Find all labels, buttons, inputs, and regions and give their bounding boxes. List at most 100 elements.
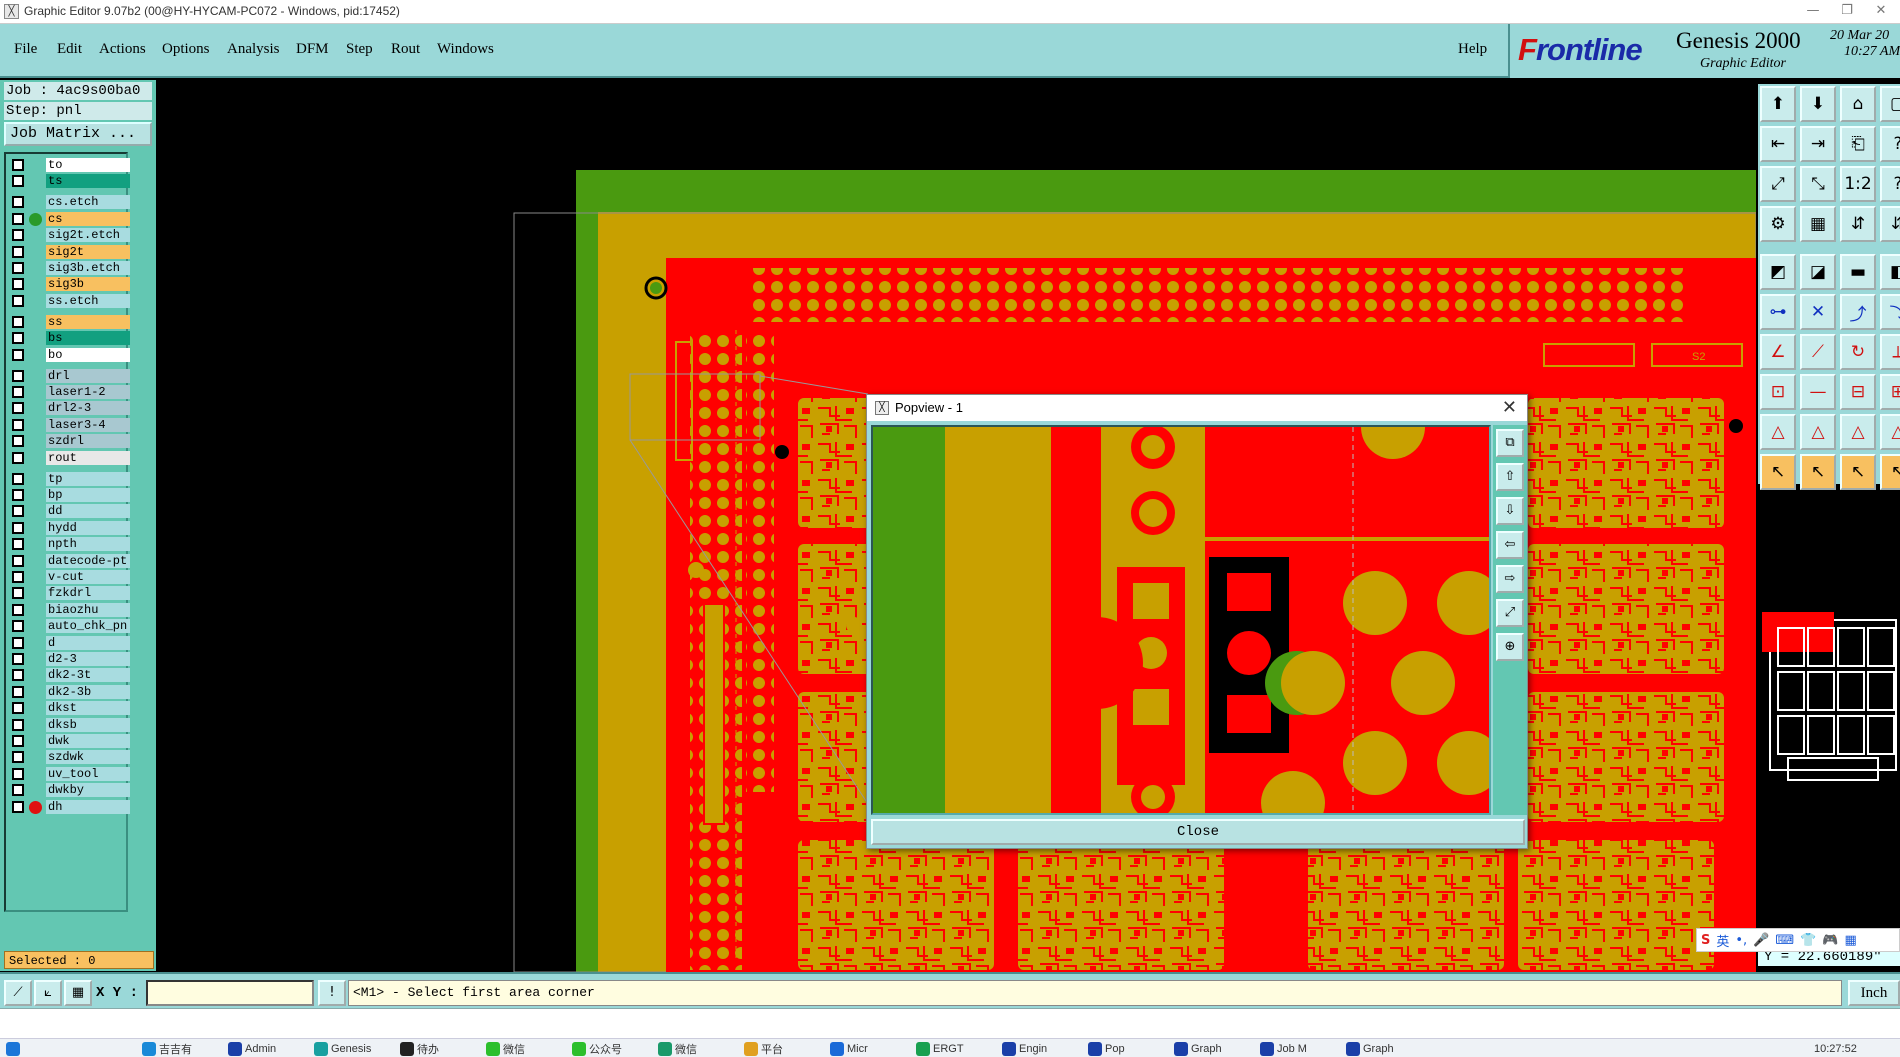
taskbar-app[interactable]: Pop <box>1088 1041 1125 1057</box>
layer-row[interactable]: datecode-pt <box>10 553 130 568</box>
next-icon[interactable]: ⇥ <box>1800 126 1836 162</box>
layer-checkbox[interactable] <box>12 229 24 242</box>
measure-icon[interactable]: ⟀ <box>34 980 62 1006</box>
minimize-button[interactable]: — <box>1800 2 1826 20</box>
layer-checkbox[interactable] <box>12 784 24 797</box>
pointer-1-icon[interactable]: ↖ <box>1760 454 1796 490</box>
layer-row[interactable]: v-cut <box>10 570 130 584</box>
layer-row[interactable]: sig2t <box>10 244 130 259</box>
layer-row[interactable]: dwkby <box>10 783 130 798</box>
split-icon[interactable]: ◧ <box>1880 254 1900 290</box>
layer-name[interactable]: bp <box>46 488 130 502</box>
layer-name[interactable]: npth <box>46 537 130 552</box>
layer-checkbox[interactable] <box>12 418 24 431</box>
popview-zoom-icon[interactable]: ⧉ <box>1496 429 1524 457</box>
layer-row[interactable]: laser1-2 <box>10 385 130 399</box>
frame-icon[interactable]: ▢ <box>1880 86 1900 122</box>
layer-name[interactable]: cs <box>46 211 130 226</box>
layer-checkbox[interactable] <box>12 800 24 813</box>
layer-checkbox[interactable] <box>12 702 24 715</box>
taskbar-app[interactable]: Genesis <box>314 1041 371 1057</box>
layer-checkbox[interactable] <box>12 636 24 649</box>
layer-checkbox[interactable] <box>12 718 24 731</box>
layer-name[interactable]: d2-3 <box>46 652 130 666</box>
layer-name[interactable]: laser3-4 <box>46 417 130 432</box>
taskbar-app[interactable]: Engin <box>1002 1041 1047 1057</box>
unit-toggle[interactable]: Inch <box>1848 980 1900 1006</box>
group-icon[interactable]: ⊞ <box>1880 374 1900 410</box>
triangle-4-icon[interactable]: △ <box>1880 414 1900 450</box>
menu-actions[interactable]: Actions <box>99 41 146 58</box>
taskbar-app[interactable]: Graph <box>1174 1041 1222 1057</box>
layer-name[interactable]: hydd <box>46 520 130 535</box>
hline-icon[interactable]: — <box>1800 374 1836 410</box>
layer-checkbox[interactable] <box>12 751 24 764</box>
layer-name[interactable]: bo <box>46 347 130 362</box>
popview-canvas[interactable] <box>871 425 1491 815</box>
taskbar-app[interactable]: Micr <box>830 1041 868 1057</box>
layer-row[interactable]: tp <box>10 471 130 486</box>
layer-row[interactable]: ss <box>10 314 130 329</box>
ratio-icon[interactable]: 1:2 <box>1840 166 1876 202</box>
layer-name[interactable]: rout <box>46 450 130 465</box>
layer-checkbox[interactable] <box>12 451 24 464</box>
layer-name[interactable]: to <box>46 158 130 172</box>
prev-icon[interactable]: ⇤ <box>1760 126 1796 162</box>
perpendicular-icon[interactable]: ⟂ <box>1880 334 1900 370</box>
layer-checkbox[interactable] <box>12 489 24 501</box>
layer-name[interactable]: sig3b <box>46 277 130 292</box>
pointer-2-icon[interactable]: ↖ <box>1800 454 1836 490</box>
menu-file[interactable]: File <box>14 41 37 58</box>
menu-help[interactable]: Help <box>1458 41 1487 58</box>
mirror-icon[interactable]: ⎗ <box>1840 126 1876 162</box>
layer-name[interactable]: dh <box>46 799 130 814</box>
layer-name[interactable]: dwkby <box>46 783 130 798</box>
layer-name[interactable]: tp <box>46 471 130 486</box>
layer-row[interactable]: sig3b <box>10 277 130 292</box>
layer-checkbox[interactable] <box>12 294 24 307</box>
triangle-3-icon[interactable]: △ <box>1840 414 1876 450</box>
alert-icon[interactable]: ! <box>318 980 346 1006</box>
layer-row[interactable]: uv_tool <box>10 766 130 781</box>
pointer-4-icon[interactable]: ↖ <box>1880 454 1900 490</box>
zoom-fit-icon[interactable]: ⤢ <box>1760 166 1796 202</box>
layer-name[interactable]: bs <box>46 331 130 346</box>
flip-icon[interactable]: ⇵ <box>1840 206 1876 242</box>
layer-checkbox[interactable] <box>12 315 24 328</box>
layer-row[interactable]: szdrl <box>10 434 130 449</box>
layer-row[interactable]: sig2t.etch <box>10 228 130 243</box>
layer-row[interactable]: bo <box>10 347 130 362</box>
layer-row[interactable]: fzkdrl <box>10 586 130 601</box>
popview-center-icon[interactable]: ⊕ <box>1496 633 1524 661</box>
measure-icon[interactable]: ▬ <box>1840 254 1876 290</box>
layer-checkbox[interactable] <box>12 402 24 415</box>
layer-name[interactable]: sig2t <box>46 244 130 259</box>
layer-name[interactable]: drl2-3 <box>46 401 130 416</box>
layer-row[interactable]: dkst <box>10 701 130 716</box>
snap-icon[interactable]: ⟋ <box>4 980 32 1006</box>
menu-analysis[interactable]: Analysis <box>227 41 280 58</box>
menu-dfm[interactable]: DFM <box>296 41 329 58</box>
layer-checkbox[interactable] <box>12 348 24 361</box>
layer-up-icon[interactable]: ⬆ <box>1760 86 1796 122</box>
layer-row[interactable]: rout <box>10 450 130 465</box>
layer-name[interactable]: v-cut <box>46 570 130 584</box>
job-matrix-button[interactable]: Job Matrix ... <box>4 122 152 146</box>
cut-icon[interactable]: ◪ <box>1800 254 1836 290</box>
layer-row[interactable]: laser3-4 <box>10 417 130 432</box>
layer-checkbox[interactable] <box>12 735 24 747</box>
layer-row[interactable]: drl <box>10 368 130 383</box>
layer-name[interactable]: ss <box>46 314 130 329</box>
popview-fit-icon[interactable]: ⤢ <box>1496 599 1524 627</box>
layer-name[interactable]: uv_tool <box>46 766 130 781</box>
xy-input[interactable] <box>146 980 314 1006</box>
layer-name[interactable]: ts <box>46 174 130 189</box>
layer-name[interactable]: laser1-2 <box>46 385 130 399</box>
select-all-icon[interactable]: ◩ <box>1760 254 1796 290</box>
taskbar-app[interactable]: 微信 <box>658 1041 697 1057</box>
layer-name[interactable]: dkst <box>46 701 130 716</box>
layer-checkbox[interactable] <box>12 245 24 258</box>
layer-row[interactable]: dk2-3t <box>10 668 130 683</box>
layer-checkbox[interactable] <box>12 587 24 600</box>
layer-checkbox[interactable] <box>12 767 24 780</box>
